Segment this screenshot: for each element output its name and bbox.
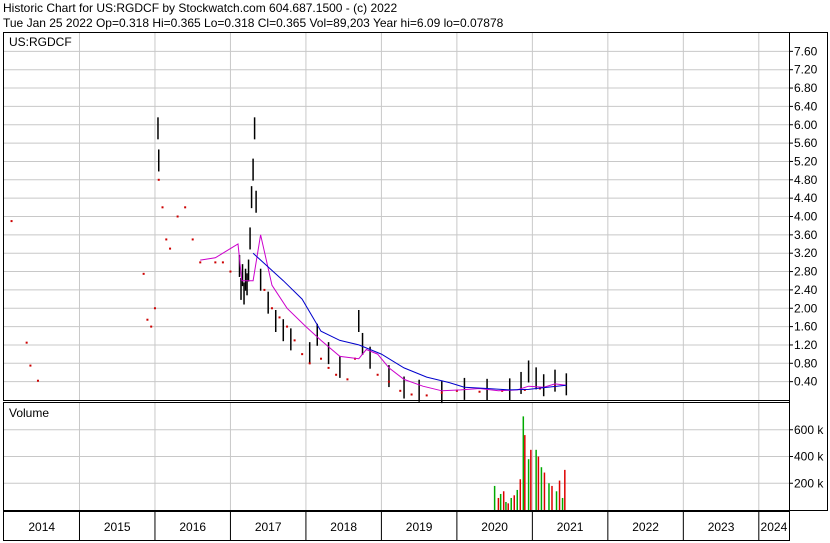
- volume-panel-title: Volume: [9, 406, 49, 420]
- price-dot: [308, 362, 311, 365]
- price-tick-label: 2.80: [794, 265, 818, 279]
- price-dot: [327, 366, 330, 369]
- price-dot: [399, 389, 402, 392]
- price-dot: [10, 220, 13, 223]
- price-tick-label: 0.40: [794, 375, 818, 389]
- x-tick-label: 2024: [761, 520, 788, 534]
- price-dot: [376, 373, 379, 376]
- price-dot: [335, 373, 338, 376]
- price-dot: [293, 339, 296, 342]
- price-dot: [387, 380, 390, 383]
- price-dot: [157, 178, 160, 181]
- price-tick-label: 7.20: [794, 63, 818, 77]
- price-dot: [150, 325, 153, 328]
- price-dot: [229, 270, 232, 273]
- price-dot: [270, 307, 273, 310]
- price-dot: [153, 307, 156, 310]
- price-dot: [191, 238, 194, 241]
- price-dot: [286, 325, 289, 328]
- price-panel-title: US:RGDCF: [9, 35, 72, 49]
- price-dot: [161, 206, 164, 209]
- volume-tick-label: 600 k: [794, 423, 824, 437]
- x-tick-label: 2014: [28, 520, 55, 534]
- price-tick-label: 0.80: [794, 356, 818, 370]
- price-dot: [176, 215, 179, 218]
- x-tick-label: 2019: [406, 520, 433, 534]
- price-dot: [214, 261, 217, 264]
- price-tick-label: 5.20: [794, 154, 818, 168]
- price-dot: [169, 247, 172, 250]
- x-tick-label: 2020: [481, 520, 508, 534]
- price-dot: [263, 288, 266, 291]
- price-dot: [146, 318, 149, 321]
- price-tick-label: 6.40: [794, 99, 818, 113]
- price-dot: [199, 261, 202, 264]
- price-tick-label: 1.60: [794, 320, 818, 334]
- price-tick-label: 6.00: [794, 118, 818, 132]
- price-dot: [425, 394, 428, 397]
- price-tick-label: 1.20: [794, 338, 818, 352]
- x-tick-label: 2021: [557, 520, 584, 534]
- price-dot: [346, 378, 349, 381]
- price-tick-label: 7.60: [794, 44, 818, 58]
- x-tick-label: 2022: [632, 520, 659, 534]
- volume-tick-label: 200 k: [794, 476, 824, 490]
- price-tick-label: 4.00: [794, 210, 818, 224]
- price-dot: [320, 357, 323, 360]
- price-dot: [36, 379, 39, 382]
- price-tick-label: 3.60: [794, 228, 818, 242]
- price-dot: [440, 391, 443, 394]
- x-tick-label: 2016: [179, 520, 206, 534]
- price-dot: [278, 316, 281, 319]
- price-tick-label: 4.40: [794, 191, 818, 205]
- historic-chart: US:RGDCF Volume 7.60 7.20 6.80 6.40 6.00 5.60…: [3, 32, 828, 541]
- price-dot: [25, 341, 28, 344]
- x-tick-label: 2023: [708, 520, 735, 534]
- price-tick-label: 4.80: [794, 173, 818, 187]
- volume-tick-label: 400 k: [794, 450, 824, 464]
- price-tick-label: 2.00: [794, 301, 818, 315]
- price-dot: [184, 206, 187, 209]
- price-tick-label: 5.60: [794, 136, 818, 150]
- price-dot: [221, 261, 224, 264]
- price-tick-label: 6.80: [794, 81, 818, 95]
- price-dot: [410, 393, 413, 396]
- price-dot: [301, 353, 304, 356]
- price-tick-label: 2.40: [794, 283, 818, 297]
- price-dot: [29, 364, 32, 367]
- x-tick-label: 2018: [330, 520, 357, 534]
- x-tick-label: 2015: [104, 520, 131, 534]
- price-dot: [478, 390, 481, 393]
- price-dot: [165, 238, 168, 241]
- price-tick-label: 3.20: [794, 246, 818, 260]
- price-dot: [142, 272, 145, 275]
- x-tick-label: 2017: [255, 520, 282, 534]
